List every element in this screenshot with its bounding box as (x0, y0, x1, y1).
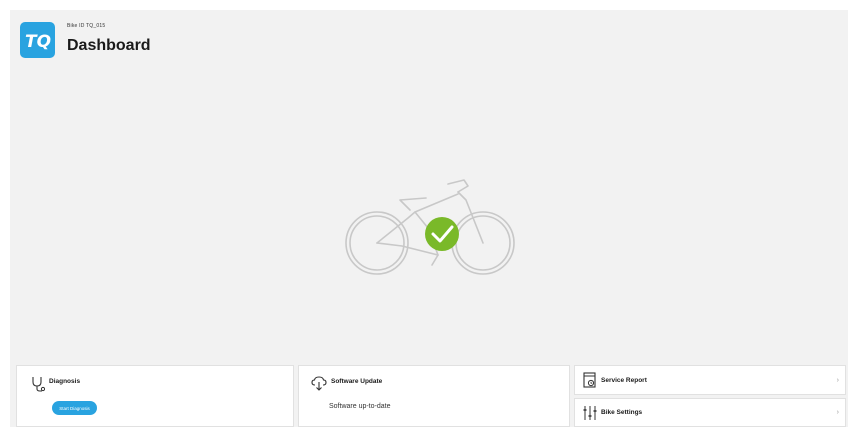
software-update-title: Software Update (331, 378, 383, 385)
bike-icon (345, 179, 515, 275)
tq-logo-mark: TQ (24, 32, 50, 52)
chevron-right-icon: › (836, 409, 839, 416)
page-title: Dashboard (67, 37, 151, 54)
bike-settings-title: Bike Settings (601, 409, 643, 416)
logo-text: TQ (24, 32, 50, 52)
sliders-icon (583, 405, 597, 426)
bike-status-illustration (340, 170, 520, 285)
dashboard-app: TQ Bike ID TQ_015 Dashboard Diagnosis St… (10, 10, 848, 427)
check-badge (425, 217, 459, 251)
software-update-card[interactable]: Software Update Software up-to-date (298, 365, 570, 427)
diagnosis-card[interactable]: Diagnosis Start Diagnosis (16, 365, 294, 427)
bike-id-value: TQ_015 (86, 23, 106, 29)
software-status-text: Software up-to-date (329, 403, 391, 410)
stethoscope-icon (31, 376, 46, 397)
bike-settings-card[interactable]: Bike Settings › (574, 398, 846, 427)
service-report-title: Service Report (601, 377, 647, 384)
bike-id: Bike ID TQ_015 (67, 23, 105, 29)
bike-id-label: Bike ID (67, 23, 85, 29)
start-diagnosis-button[interactable]: Start Diagnosis (52, 401, 97, 415)
service-report-card[interactable]: Service Report › (574, 365, 846, 395)
chevron-right-icon: › (836, 377, 839, 384)
report-icon (583, 372, 597, 393)
tq-logo: TQ (20, 22, 55, 58)
cloud-download-icon (311, 376, 327, 396)
diagnosis-title: Diagnosis (49, 378, 81, 385)
